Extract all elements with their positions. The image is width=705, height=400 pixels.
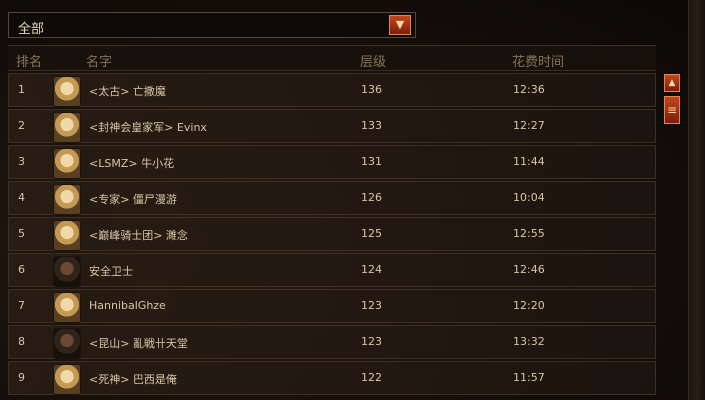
- table-row[interactable]: 7 HannibalGhze 123 12:20: [8, 289, 656, 323]
- row-name: <LSMZ> 牛小花: [89, 157, 175, 170]
- avatar: [53, 148, 81, 179]
- column-header-time[interactable]: 花费时间: [512, 51, 564, 70]
- row-rank: 5: [18, 227, 25, 240]
- row-level: 126: [361, 191, 382, 204]
- row-rank: 2: [18, 119, 25, 132]
- row-name: <封神会皇家军> Evinx: [89, 121, 207, 134]
- avatar: [53, 76, 81, 107]
- column-header-name[interactable]: 名字: [86, 51, 112, 70]
- triangle-up-icon[interactable]: ▲: [664, 74, 680, 92]
- table-row[interactable]: 9 <死神> 巴西是俺 122 11:57: [8, 361, 656, 395]
- row-name: <太古> 亡撒魔: [89, 85, 166, 98]
- top-filter-bar: [0, 0, 705, 6]
- table-row[interactable]: 4 <专家> 僵尸漫游 126 10:04: [8, 181, 656, 215]
- table-row[interactable]: 3 <LSMZ> 牛小花 131 11:44: [8, 145, 656, 179]
- table-row[interactable]: 5 <巅峰骑士团> 濉念 125 12:55: [8, 217, 656, 251]
- row-rank: 4: [18, 191, 25, 204]
- row-rank: 7: [18, 299, 25, 312]
- right-frame-border: [688, 0, 705, 400]
- table-row[interactable]: 1 <太古> 亡撒魔 136 12:36: [8, 73, 656, 107]
- leaderboard-list: 1 <太古> 亡撒魔 136 12:36 2 <封神会皇家军> Evinx 13…: [8, 73, 656, 397]
- avatar: [53, 184, 81, 215]
- row-level: 125: [361, 227, 382, 240]
- row-name: <专家> 僵尸漫游: [89, 193, 177, 206]
- row-time: 12:46: [513, 263, 545, 276]
- row-name: HannibalGhze: [89, 299, 166, 312]
- row-name: 安全卫士: [89, 265, 133, 278]
- row-level: 136: [361, 83, 382, 96]
- row-rank: 3: [18, 155, 25, 168]
- avatar: [53, 364, 81, 395]
- avatar: [53, 256, 81, 287]
- table-row[interactable]: 6 安全卫士 124 12:46: [8, 253, 656, 287]
- triangle-down-icon[interactable]: ▼: [389, 15, 411, 35]
- row-time: 13:32: [513, 335, 545, 348]
- row-rank: 9: [18, 371, 25, 384]
- row-time: 11:44: [513, 155, 545, 168]
- row-level: 124: [361, 263, 382, 276]
- avatar: [53, 112, 81, 143]
- row-level: 122: [361, 371, 382, 384]
- table-row[interactable]: 8 <昆山> 亂戦卄天堂 123 13:32: [8, 325, 656, 359]
- avatar: [53, 328, 81, 359]
- row-name: <巅峰骑士团> 濉念: [89, 229, 188, 242]
- row-name: <死神> 巴西是俺: [89, 373, 177, 386]
- column-header-rank[interactable]: 排名: [16, 51, 42, 70]
- avatar: [53, 292, 81, 323]
- row-rank: 6: [18, 263, 25, 276]
- row-time: 12:36: [513, 83, 545, 96]
- row-level: 123: [361, 335, 382, 348]
- row-rank: 1: [18, 83, 25, 96]
- row-name: <昆山> 亂戦卄天堂: [89, 337, 188, 350]
- row-time: 12:55: [513, 227, 545, 240]
- row-time: 10:04: [513, 191, 545, 204]
- table-header: 排名 名字 层级 花费时间: [8, 45, 656, 71]
- row-level: 133: [361, 119, 382, 132]
- column-header-level[interactable]: 层级: [360, 51, 386, 70]
- scrollbar[interactable]: ▲ ≡: [664, 74, 682, 128]
- row-time: 11:57: [513, 371, 545, 384]
- row-time: 12:20: [513, 299, 545, 312]
- row-level: 123: [361, 299, 382, 312]
- class-filter-dropdown[interactable]: 全部 ▼: [8, 12, 416, 38]
- row-rank: 8: [18, 335, 25, 348]
- scroll-thumb-icon[interactable]: ≡: [664, 96, 680, 124]
- avatar: [53, 220, 81, 251]
- table-row[interactable]: 2 <封神会皇家军> Evinx 133 12:27: [8, 109, 656, 143]
- row-level: 131: [361, 155, 382, 168]
- row-time: 12:27: [513, 119, 545, 132]
- filter-selected-value: 全部: [18, 22, 45, 37]
